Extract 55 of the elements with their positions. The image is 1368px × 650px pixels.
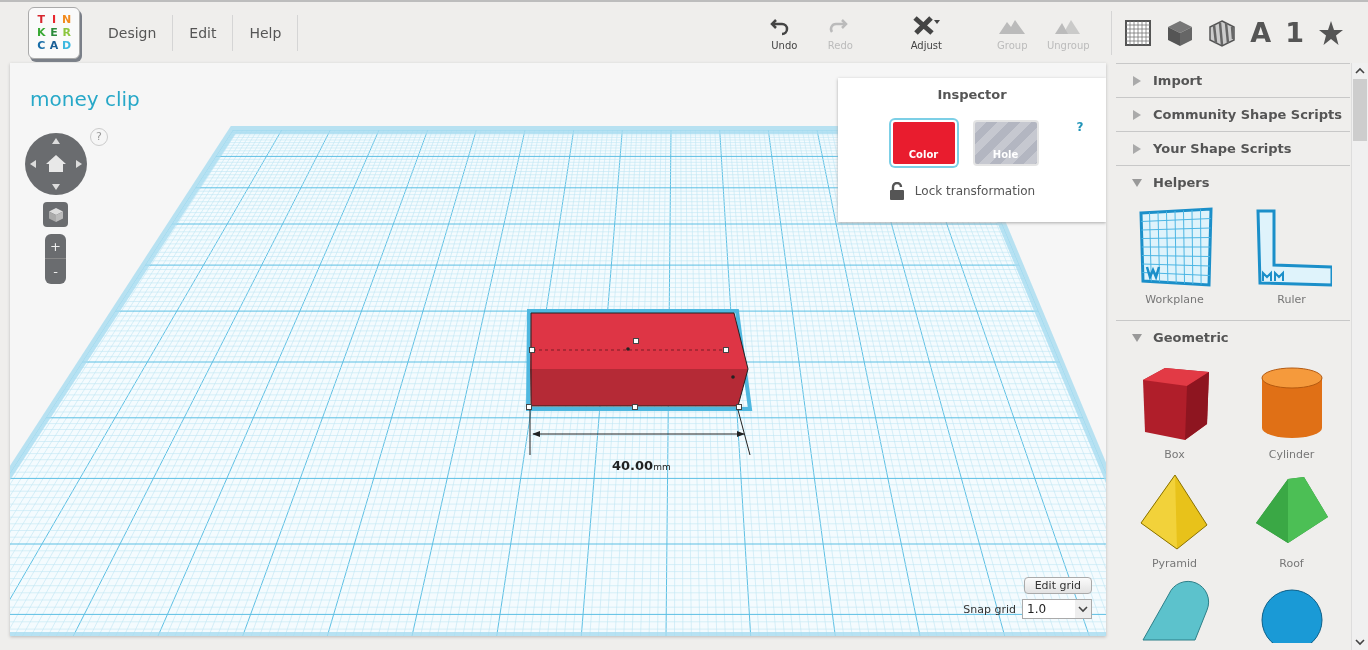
color-swatch[interactable]: Color: [890, 120, 957, 166]
section-header[interactable]: Geometric: [1116, 320, 1350, 354]
box-shape[interactable]: [525, 309, 753, 411]
view-cube-button[interactable]: [43, 202, 68, 227]
adjust-icon: [912, 14, 941, 36]
menu-item[interactable]: Help: [233, 14, 299, 51]
help-link[interactable]: ?: [1076, 120, 1084, 134]
snap-grid-label: Snap grid: [963, 602, 1016, 616]
shape-label: Ruler: [1277, 293, 1306, 306]
resize-handle[interactable]: [633, 338, 639, 344]
resize-handle[interactable]: [736, 404, 742, 410]
workspace-canvas[interactable]: 40.00mm money clip ? + - Inspector Color Hole ? Lock transformation Edit grid Snap grid 1.0: [10, 63, 1106, 636]
scrollbar-thumb[interactable]: [1353, 79, 1367, 141]
shape-label: Workplane: [1145, 293, 1204, 306]
view-text-button[interactable]: 1: [1285, 17, 1304, 48]
dropdown-caret-icon: [1075, 600, 1091, 618]
star-icon[interactable]: [1318, 19, 1344, 46]
toolbar-button[interactable]: Adjust: [901, 14, 952, 51]
zoom-in-button[interactable]: +: [45, 234, 66, 259]
resize-handle[interactable]: [632, 404, 638, 410]
edit-grid-button[interactable]: Edit grid: [1023, 577, 1092, 594]
scrollbar[interactable]: [1351, 63, 1368, 650]
collapsed-triangle-icon: [1132, 75, 1142, 86]
cube-icon: [47, 206, 64, 223]
striped-box-icon[interactable]: [1208, 18, 1237, 47]
inspector-title: Inspector: [937, 87, 1007, 102]
orbit-control[interactable]: [24, 132, 88, 196]
expanded-triangle-icon: [1132, 177, 1142, 188]
resize-handle[interactable]: [723, 347, 729, 353]
section-header[interactable]: Helpers: [1116, 165, 1350, 199]
menu-item[interactable]: Edit: [173, 14, 234, 51]
section-header[interactable]: Import: [1116, 63, 1350, 97]
section-header[interactable]: Community Shape Scripts: [1116, 97, 1350, 131]
collapsed-triangle-icon: [1132, 109, 1142, 120]
snap-grid-dropdown[interactable]: 1.0: [1022, 599, 1092, 619]
expanded-triangle-icon: [1132, 332, 1142, 343]
view-text-button[interactable]: A: [1250, 17, 1272, 48]
dimension-value: 40.00: [612, 458, 654, 473]
collapsed-triangle-icon: [1132, 143, 1142, 154]
lock-open-icon[interactable]: [888, 182, 905, 200]
resize-handle[interactable]: [526, 404, 532, 410]
section-header[interactable]: Your Shape Scripts: [1116, 131, 1350, 165]
box-icon[interactable]: [1166, 18, 1195, 47]
shape-label: Box: [1164, 448, 1185, 461]
shape-label: Cylinder: [1268, 448, 1315, 461]
toolbar-button[interactable]: Undo: [759, 14, 810, 51]
tinkercad-logo[interactable]: T I N K E R C A D: [28, 6, 80, 59]
lock-label: Lock transformation: [914, 184, 1036, 198]
shape-label: Roof: [1279, 557, 1304, 570]
zoom-out-button[interactable]: -: [45, 259, 66, 284]
resize-handle[interactable]: [529, 347, 535, 353]
dimension-unit: mm: [653, 462, 671, 472]
menu-item[interactable]: Design: [92, 14, 174, 51]
grid-icon[interactable]: [1124, 18, 1153, 47]
shape-label: Pyramid: [1151, 557, 1198, 570]
